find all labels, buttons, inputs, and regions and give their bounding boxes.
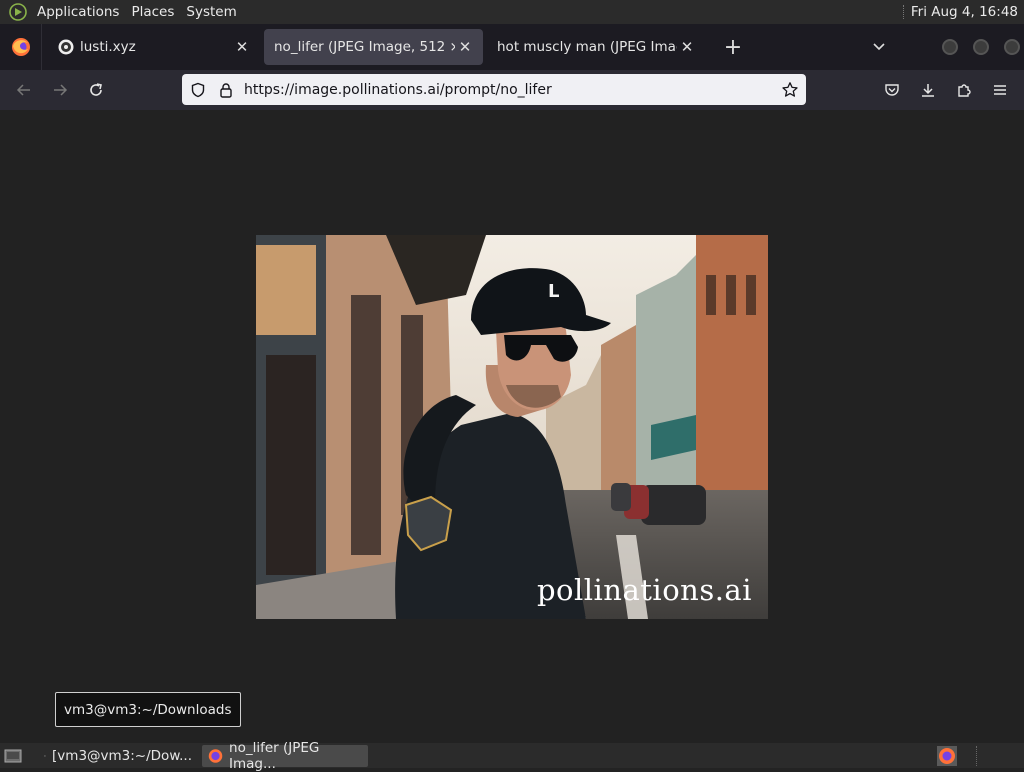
extensions-button[interactable] (950, 76, 978, 104)
taskbar-item-firefox[interactable]: no_lifer (JPEG Imag... (202, 740, 368, 772)
system-menu[interactable]: System (181, 4, 241, 20)
tab-title: hot muscly man (JPEG Image, 512 × 384 pi… (497, 39, 677, 55)
taskbar-item-label: no_lifer (JPEG Imag... (229, 739, 320, 772)
browser-tab-strip: lusti.xyz ✕ no_lifer (JPEG Image, 512 × … (0, 24, 1024, 70)
taskbar-item-label: [vm3@vm3:~/Dow... (52, 747, 192, 764)
close-tab-icon[interactable]: ✕ (455, 37, 475, 57)
lusti-logo-icon (58, 39, 74, 55)
taskbar-item-terminal[interactable]: [vm3@vm3:~/Dow... (38, 745, 198, 767)
image-watermark: pollinations.ai (536, 573, 752, 607)
app-menu-button[interactable] (986, 76, 1014, 104)
close-window-button[interactable] (1004, 39, 1020, 55)
pocket-icon (885, 84, 899, 96)
reload-icon (90, 83, 102, 96)
system-top-panel: Applications Places System Fri Aug 4, 16… (0, 0, 1024, 24)
downloads-button[interactable] (914, 76, 942, 104)
tab-no-lifer[interactable]: no_lifer (JPEG Image, 512 × 384 pixels) … (264, 29, 483, 65)
panel-separator (902, 5, 905, 19)
taskbar-tooltip: vm3@vm3:~/Downloads (55, 692, 241, 727)
tab-lusti[interactable]: lusti.xyz ✕ (46, 29, 260, 65)
close-tab-icon[interactable]: ✕ (677, 37, 697, 57)
reload-button[interactable] (82, 76, 110, 104)
clock[interactable]: Fri Aug 4, 16:48 (911, 4, 1024, 20)
close-tab-icon[interactable]: ✕ (232, 37, 252, 57)
arrow-left-icon (16, 84, 30, 96)
padlock-icon[interactable] (212, 76, 240, 104)
back-button[interactable] (10, 76, 38, 104)
tray-firefox-icon[interactable] (937, 746, 957, 766)
chevron-down-icon (873, 43, 885, 51)
show-desktop-button[interactable] (2, 745, 24, 767)
hamburger-menu-icon (994, 85, 1006, 95)
minimize-window-button[interactable] (942, 39, 958, 55)
url-bar[interactable] (182, 74, 806, 105)
page-content: L pollinations.ai (0, 110, 1024, 743)
puzzle-piece-icon (958, 84, 971, 97)
applications-menu[interactable]: Applications (32, 4, 124, 20)
maximize-window-button[interactable] (973, 39, 989, 55)
bottom-taskbar: [vm3@vm3:~/Dow... no_lifer (JPEG Imag... (0, 740, 1024, 772)
tracking-protection-shield-icon[interactable] (184, 76, 212, 104)
new-tab-button[interactable]: + (717, 31, 749, 63)
desktop-icon (4, 749, 22, 762)
tab-title: lusti.xyz (80, 39, 136, 55)
pocket-button[interactable] (878, 76, 906, 104)
svg-text:L: L (548, 281, 559, 302)
terminal-icon (44, 754, 46, 757)
arrow-right-icon (54, 84, 68, 96)
forward-button[interactable] (46, 76, 74, 104)
list-all-tabs-button[interactable] (863, 31, 895, 63)
tab-title: no_lifer (JPEG Image, 512 × 384 pixels) (274, 39, 455, 55)
jpeg-image[interactable]: L pollinations.ai (256, 235, 768, 619)
tray-separator (976, 746, 978, 766)
distro-logo-icon[interactable] (6, 0, 30, 24)
download-icon (922, 84, 934, 97)
bookmark-star-icon[interactable] (776, 76, 804, 104)
url-input[interactable] (244, 81, 776, 98)
firefox-icon (208, 748, 223, 763)
firefox-icon (11, 38, 30, 56)
navigation-toolbar (0, 70, 1024, 110)
tab-hot-muscly-man[interactable]: hot muscly man (JPEG Image, 512 × 384 pi… (487, 29, 705, 65)
places-menu[interactable]: Places (126, 4, 179, 20)
firefox-view-button[interactable] (0, 24, 42, 70)
